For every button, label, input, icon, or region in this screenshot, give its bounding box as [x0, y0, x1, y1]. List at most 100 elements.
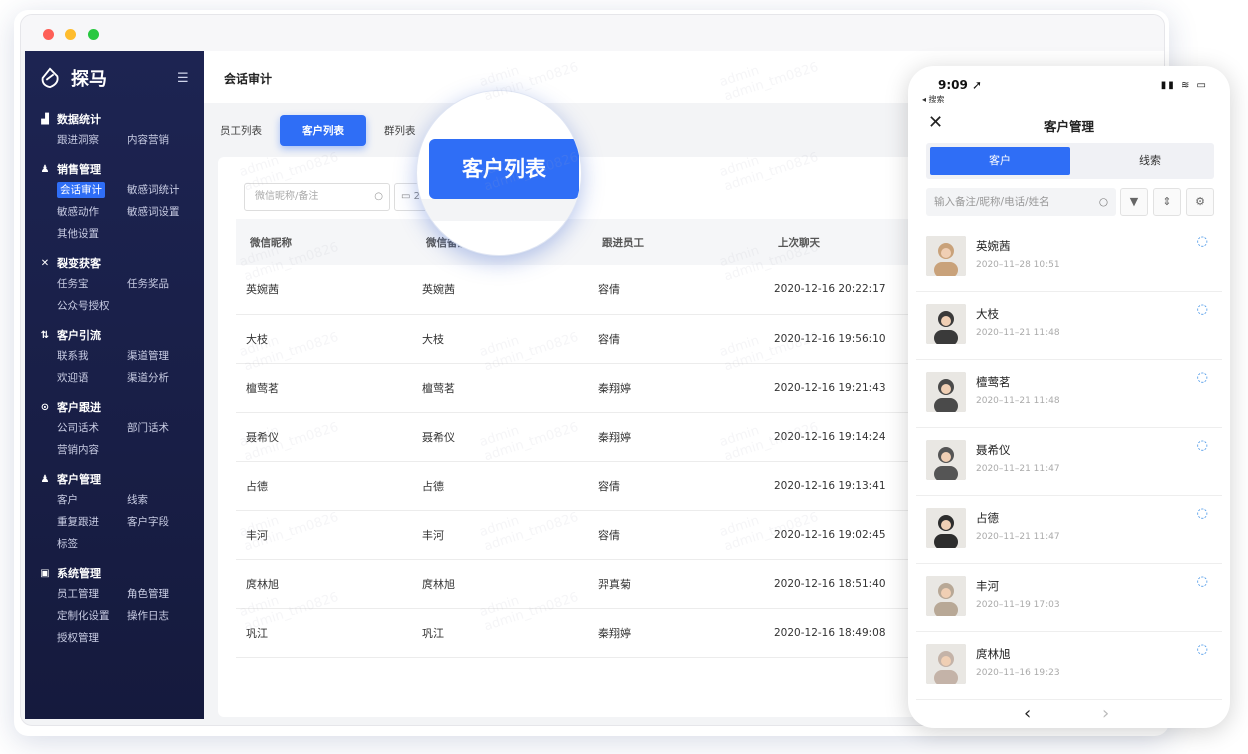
sidebar-section-header[interactable]: ♟ 销售管理	[25, 159, 204, 179]
sidebar: 探马 ☰ ▟ 数据统计 跟进洞察 内容营销 ♟ 销售管理 会话审计 敏感词统计 敏感动作 敏感词设…	[25, 51, 204, 719]
sidebar-item[interactable]: 营销内容	[57, 439, 127, 461]
chat-icon[interactable]: ◌	[1197, 438, 1208, 453]
back-arrow-icon[interactable]: ‹	[1024, 703, 1031, 724]
segment-leads[interactable]: 线索	[1086, 143, 1214, 179]
customer-list-item[interactable]: 占德 2020–11–21 11:47 ◌	[916, 496, 1222, 564]
sidebar-section-header[interactable]: ✕ 裂变获客	[25, 253, 204, 273]
customer-list-item[interactable]: 檀莺茗 2020–11–21 11:48 ◌	[916, 360, 1222, 428]
sidebar-section-header[interactable]: ⇅ 客户引流	[25, 325, 204, 345]
sidebar-item-label: 内容营销	[127, 134, 169, 146]
table-cell: 占德	[412, 461, 588, 511]
sidebar-item[interactable]: 公众号授权	[57, 295, 127, 317]
column-header[interactable]: 跟进员工	[588, 219, 764, 265]
chat-icon[interactable]: ◌	[1197, 370, 1208, 385]
sidebar-item[interactable]: 渠道分析	[127, 367, 197, 389]
close-window-button[interactable]	[43, 29, 54, 40]
sidebar-section-header[interactable]: ♟ 客户管理	[25, 469, 204, 489]
sidebar-item[interactable]: 渠道管理	[127, 345, 197, 367]
customer-list-item[interactable]: 丰河 2020–11–19 17:03 ◌	[916, 564, 1222, 632]
chat-icon[interactable]: ◌	[1197, 234, 1208, 249]
sidebar-item[interactable]: 任务宝	[57, 273, 127, 295]
search-input[interactable]: 微信昵称/备注 ○	[244, 183, 390, 211]
sidebar-item[interactable]: 敏感动作	[57, 201, 127, 223]
column-header[interactable]: 微信昵称	[236, 219, 412, 265]
sidebar-item[interactable]: 内容营销	[127, 129, 197, 151]
table-cell: 秦翔婷	[588, 412, 764, 462]
customer-name: 檀莺茗	[976, 375, 1011, 389]
sidebar-item[interactable]: 部门话术	[127, 417, 197, 439]
phone-search-icon[interactable]: ○	[1099, 188, 1108, 216]
sidebar-section-header[interactable]: ▣ 系统管理	[25, 563, 204, 583]
minimize-window-button[interactable]	[65, 29, 76, 40]
sidebar-item[interactable]: 会话审计	[57, 179, 127, 201]
chat-icon[interactable]: ◌	[1197, 302, 1208, 317]
sidebar-item[interactable]: 跟进洞察	[57, 129, 127, 151]
table-row[interactable]: 英婉茜 英婉茜 容倩 2020-12-16 20:22:17	[236, 265, 936, 315]
calendar-icon: ▭	[401, 191, 411, 202]
sidebar-item[interactable]: 操作日志	[127, 605, 197, 627]
page-title: 会话审计	[224, 72, 273, 86]
table-row[interactable]: 聂希仪 聂希仪 秦翔婷 2020-12-16 19:14:24	[236, 412, 936, 462]
maximize-window-button[interactable]	[88, 29, 99, 40]
sidebar-item[interactable]: 联系我	[57, 345, 127, 367]
table-row[interactable]: 檀莺茗 檀莺茗 秦翔婷 2020-12-16 19:21:43	[236, 363, 936, 413]
sidebar-item[interactable]: 客户字段	[127, 511, 197, 533]
tab-1[interactable]: 客户列表	[280, 115, 366, 146]
table-row[interactable]: 巩江 巩江 秦翔婷 2020-12-16 18:49:08	[236, 608, 936, 658]
sidebar-section-header[interactable]: ⊙ 客户跟进	[25, 397, 204, 417]
search-icon[interactable]: ○	[374, 184, 383, 210]
sidebar-item-label: 部门话术	[127, 422, 169, 434]
sidebar-item[interactable]: 敏感词统计	[127, 179, 197, 201]
sidebar-section: ▣ 系统管理 员工管理 角色管理 定制化设置 操作日志 授权管理	[25, 563, 204, 649]
customer-list-item[interactable]: 英婉茜 2020–11–28 10:51 ◌	[916, 224, 1222, 292]
sidebar-item[interactable]: 授权管理	[57, 627, 127, 649]
customer-list-item[interactable]: 庹林旭 2020–11–16 19:23 ◌	[916, 632, 1222, 700]
chat-icon[interactable]: ◌	[1197, 574, 1208, 589]
phone-search-input[interactable]: 输入备注/昵称/电话/姓名 ○	[926, 188, 1116, 216]
chat-icon[interactable]: ◌	[1197, 506, 1208, 521]
table-row[interactable]: 丰河 丰河 容倩 2020-12-16 19:02:45	[236, 510, 936, 560]
filter-icon[interactable]: ▼	[1120, 188, 1148, 216]
sidebar-item[interactable]: 任务奖品	[127, 273, 197, 295]
sidebar-item[interactable]: 公司话术	[57, 417, 127, 439]
back-to-search-link[interactable]: ◂ 搜索	[922, 94, 945, 105]
bar-chart-icon: ▟	[41, 113, 49, 125]
customer-date: 2020–11–19 17:03	[976, 600, 1060, 610]
segment-customer[interactable]: 客户	[930, 147, 1070, 175]
table-cell: 英婉茜	[412, 265, 588, 315]
sidebar-item[interactable]: 其他设置	[57, 223, 127, 245]
gear-icon[interactable]: ⚙	[1186, 188, 1214, 216]
magnified-tab-label: 客户列表	[429, 139, 579, 199]
menu-collapse-icon[interactable]: ☰	[177, 71, 189, 86]
tab-2[interactable]: 群列表	[382, 123, 418, 138]
table-row[interactable]: 占德 占德 容倩 2020-12-16 19:13:41	[236, 461, 936, 511]
sidebar-item-label: 角色管理	[127, 588, 169, 600]
tab-bar: 员工列表 客户列表 群列表	[218, 115, 418, 146]
sidebar-item-label: 联系我	[57, 350, 89, 362]
sidebar-item[interactable]: 欢迎语	[57, 367, 127, 389]
sidebar-items: 联系我 渠道管理欢迎语 渠道分析	[25, 345, 204, 389]
tab-0[interactable]: 员工列表	[218, 123, 264, 138]
sort-icon[interactable]: ⇕	[1153, 188, 1181, 216]
table-row[interactable]: 大枝 大枝 容倩 2020-12-16 19:56:10	[236, 314, 936, 364]
sidebar-item[interactable]: 标签	[57, 533, 127, 555]
sidebar-item[interactable]: 敏感词设置	[127, 201, 197, 223]
customer-list-item[interactable]: 大枝 2020–11–21 11:48 ◌	[916, 292, 1222, 360]
customer-date: 2020–11–21 11:48	[976, 328, 1060, 338]
chat-icon[interactable]: ◌	[1197, 642, 1208, 657]
sidebar-item[interactable]: 员工管理	[57, 583, 127, 605]
sidebar-item[interactable]: 线索	[127, 489, 197, 511]
sidebar-item-label: 欢迎语	[57, 372, 89, 384]
customer-list-item[interactable]: 聂希仪 2020–11–21 11:47 ◌	[916, 428, 1222, 496]
sidebar-item[interactable]: 定制化设置	[57, 605, 127, 627]
magnifier-callout: 客户列表	[416, 90, 582, 256]
customer-date: 2020–11–21 11:47	[976, 464, 1060, 474]
phone-title: 客户管理	[1043, 119, 1094, 134]
table-row[interactable]: 庹林旭 庹林旭 羿真菊 2020-12-16 18:51:40	[236, 559, 936, 609]
sidebar-item[interactable]: 角色管理	[127, 583, 197, 605]
brand-logo[interactable]: 探马	[39, 65, 107, 91]
sidebar-section-header[interactable]: ▟ 数据统计	[25, 109, 204, 129]
sidebar-item[interactable]: 客户	[57, 489, 127, 511]
forward-arrow-icon[interactable]: ›	[1102, 703, 1109, 724]
sidebar-item[interactable]: 重复跟进	[57, 511, 127, 533]
